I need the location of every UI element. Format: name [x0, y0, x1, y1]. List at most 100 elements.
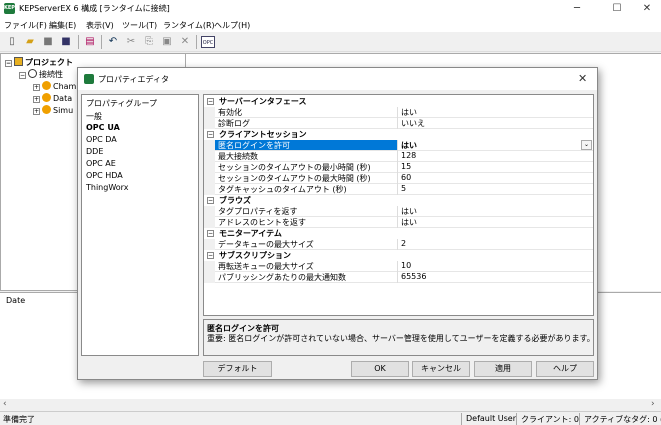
tree-node-channel[interactable]: + Data: [33, 93, 72, 103]
property-row[interactable]: 再転送キューの最大サイズ 10: [204, 261, 593, 272]
delete-icon[interactable]: ✕: [179, 36, 191, 48]
category-server-interface[interactable]: − サーバーインタフェース: [204, 96, 593, 107]
property-description: 匿名ログインを許可 重要: 匿名ログインが許可されていない場合、サーバー管理を使…: [203, 319, 595, 356]
cancel-button[interactable]: キャンセル: [412, 361, 470, 377]
status-user: Default User: [466, 414, 517, 423]
channel-icon: [42, 81, 51, 90]
category-subscriptions[interactable]: − サブスクリプション: [204, 250, 593, 261]
horizontal-scrollbar[interactable]: ‹ ›: [0, 399, 661, 411]
group-item-opc-da[interactable]: OPC DA: [86, 135, 117, 144]
save-icon[interactable]: ■: [42, 36, 54, 48]
group-item-opc-hda[interactable]: OPC HDA: [86, 171, 123, 180]
dropdown-chevron-icon[interactable]: ⌄: [581, 140, 592, 150]
tree-node-label: Simu: [53, 106, 74, 115]
status-bar: 準備完了 Default User クライアント: 0 アクティブなタグ: 0 …: [0, 411, 661, 425]
menu-file[interactable]: ファイル(F): [4, 20, 47, 31]
status-ready: 準備完了: [3, 415, 35, 424]
cut-icon[interactable]: ✂: [125, 36, 137, 48]
group-item-dde[interactable]: DDE: [86, 147, 103, 156]
tree-node-connectivity[interactable]: − 接続性: [19, 69, 63, 80]
property-grid: − サーバーインタフェース 有効化 はい 診断ログ いいえ − クライアントセッション …: [203, 94, 594, 316]
tree-node-label: Data: [53, 94, 73, 103]
property-row[interactable]: タグプロパティを返す はい: [204, 206, 593, 217]
property-groups-list: プロパティグループ 一般 OPC UA OPC DA DDE OPC AE OP…: [81, 94, 199, 356]
help-button[interactable]: ヘルプ: [536, 361, 594, 377]
property-row[interactable]: データキューの最大サイズ 2: [204, 239, 593, 250]
menu-bar: ファイル(F) 編集(E) 表示(V) ツール(T) ランタイム(R) ヘルプ(…: [0, 18, 661, 32]
save-as-icon[interactable]: ■: [60, 36, 72, 48]
property-row[interactable]: パブリッシングあたりの最大通知数 65536: [204, 272, 593, 283]
project-icon: [14, 57, 23, 66]
tree-node-channel[interactable]: + Simu: [33, 105, 73, 115]
menu-tools[interactable]: ツール(T): [122, 20, 157, 31]
connectivity-icon: [28, 69, 37, 78]
property-groups-header: プロパティグループ: [86, 99, 158, 108]
category-monitored-items[interactable]: − モニターアイテム: [204, 228, 593, 239]
menu-help[interactable]: ヘルプ(H): [214, 20, 250, 31]
collapse-icon[interactable]: −: [207, 197, 214, 204]
open-icon[interactable]: ▰: [24, 36, 36, 48]
apply-button[interactable]: 適用: [474, 361, 532, 377]
status-active-tags: アクティブなタグ: 0 (: [584, 415, 661, 424]
app-icon: KEP: [4, 3, 15, 14]
dialog-title-bar: プロパティエディタ ✕: [78, 68, 597, 90]
group-item-thingworx[interactable]: ThingWorx: [86, 183, 128, 192]
window-title: KEPServerEX 6 構成 [ランタイムに接続]: [19, 4, 170, 13]
dialog-close-icon[interactable]: ✕: [578, 72, 587, 85]
scroll-left-icon[interactable]: ‹: [3, 399, 7, 409]
property-editor-dialog: プロパティエディタ ✕ プロパティグループ 一般 OPC UA OPC DA D…: [77, 67, 598, 380]
opc-quick-client-icon[interactable]: OPC: [201, 36, 215, 48]
ok-button[interactable]: OK: [351, 361, 409, 377]
category-client-sessions[interactable]: − クライアントセッション: [204, 129, 593, 140]
default-button[interactable]: デフォルト: [203, 361, 272, 377]
menu-view[interactable]: 表示(V): [86, 20, 114, 31]
tree-node-project[interactable]: − プロジェクト: [5, 57, 73, 68]
dialog-app-icon: [84, 74, 94, 84]
new-icon[interactable]: ▯: [6, 36, 18, 48]
collapse-icon[interactable]: −: [207, 252, 214, 259]
expand-icon[interactable]: +: [33, 84, 40, 91]
scroll-right-icon[interactable]: ›: [651, 399, 655, 409]
collapse-icon[interactable]: −: [19, 72, 26, 79]
paste-icon[interactable]: ▣: [161, 36, 173, 48]
collapse-icon[interactable]: −: [207, 230, 214, 237]
minimize-icon[interactable]: ─: [560, 0, 594, 18]
toolbar-separator: [101, 35, 102, 49]
close-window-icon[interactable]: ✕: [630, 0, 661, 18]
property-row[interactable]: 最大接続数 128: [204, 151, 593, 162]
description-body: 重要: 匿名ログインが許可されていない場合、サーバー管理を使用してユーザーを定義…: [207, 334, 595, 343]
tree-node-channel[interactable]: + Cham: [33, 81, 76, 91]
status-separator: [516, 413, 517, 425]
category-browse[interactable]: − ブラウズ: [204, 195, 593, 206]
property-row[interactable]: 有効化 はい: [204, 107, 593, 118]
group-item-general[interactable]: 一般: [86, 111, 102, 122]
status-separator: [461, 413, 462, 425]
expand-icon[interactable]: +: [33, 108, 40, 115]
property-row-selected[interactable]: 匿名ログインを許可 はい ⌄: [204, 140, 593, 151]
expand-icon[interactable]: +: [33, 96, 40, 103]
property-row[interactable]: 診断ログ いいえ: [204, 118, 593, 129]
tree-node-label: Cham: [53, 82, 77, 91]
toolbar: ▯ ▰ ■ ■ ▤ ↶ ✂ ⎘ ▣ ✕ OPC: [0, 32, 661, 52]
status-clients: クライアント: 0: [521, 415, 580, 424]
log-column-date[interactable]: Date: [6, 296, 25, 305]
property-row[interactable]: タグキャッシュのタイムアウト (秒) 5: [204, 184, 593, 195]
collapse-icon[interactable]: −: [5, 60, 12, 67]
maximize-icon[interactable]: ☐: [600, 0, 634, 18]
dialog-title: プロパティエディタ: [98, 75, 169, 84]
collapse-icon[interactable]: −: [207, 131, 214, 138]
menu-runtime[interactable]: ランタイム(R): [163, 20, 215, 31]
collapse-icon[interactable]: −: [207, 98, 214, 105]
group-item-opc-ua[interactable]: OPC UA: [86, 123, 120, 132]
property-row[interactable]: セッションのタイムアウトの最大時間 (秒) 60: [204, 173, 593, 184]
copy-icon[interactable]: ⎘: [143, 36, 155, 48]
undo-icon[interactable]: ↶: [107, 36, 119, 48]
property-row[interactable]: アドレスのヒントを返す はい: [204, 217, 593, 228]
property-row[interactable]: セッションのタイムアウトの最小時間 (秒) 15: [204, 162, 593, 173]
tree-node-label: プロジェクト: [25, 58, 73, 67]
title-bar: KEP KEPServerEX 6 構成 [ランタイムに接続] ─ ☐ ✕: [0, 0, 661, 18]
properties-icon[interactable]: ▤: [84, 36, 96, 48]
menu-edit[interactable]: 編集(E): [49, 20, 76, 31]
group-item-opc-ae[interactable]: OPC AE: [86, 159, 116, 168]
toolbar-separator: [78, 35, 79, 49]
